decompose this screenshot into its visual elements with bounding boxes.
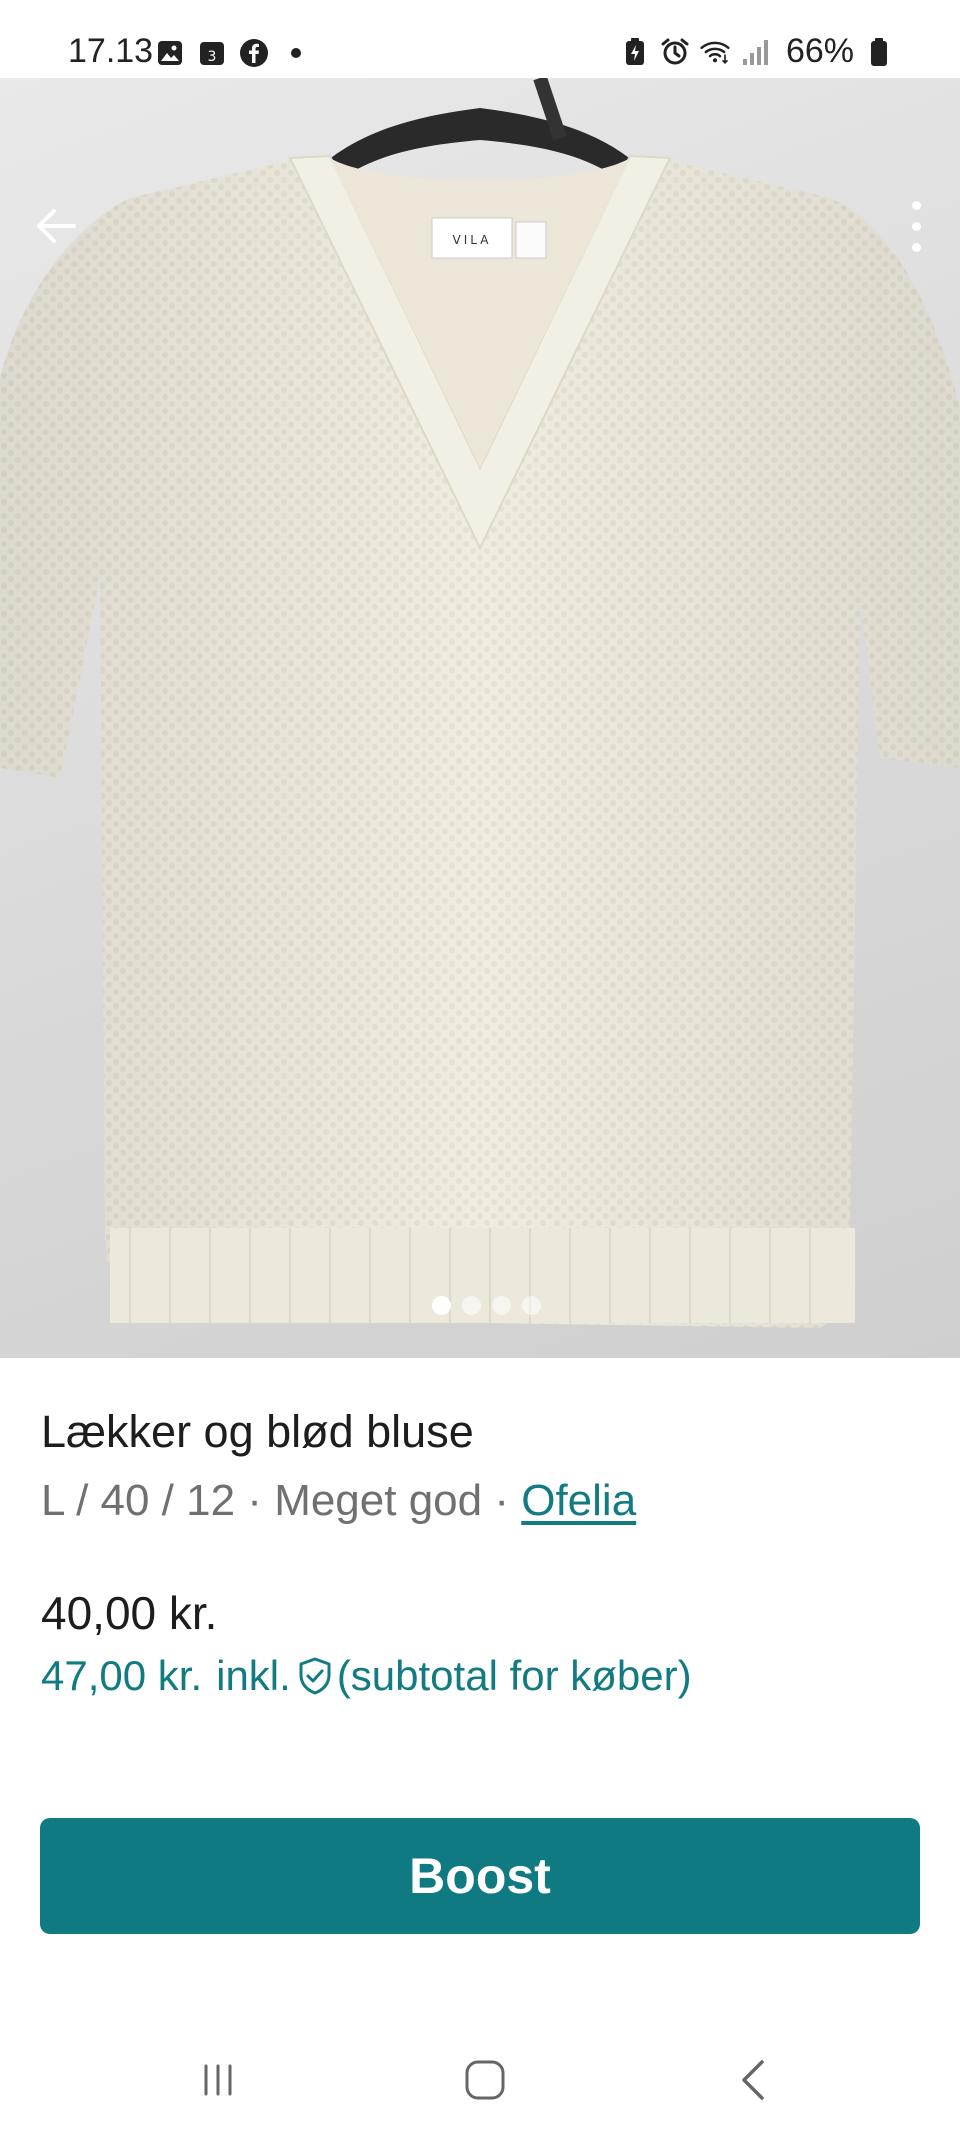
pager-dot[interactable] [491,1296,511,1315]
battery-percentage: 66% [785,32,854,70]
buyer-total-price[interactable]: 47,00 kr. inkl. (subtotal for køber) [41,1652,692,1700]
status-right-icons: 66% [620,32,894,71]
battery-saver-icon [620,37,650,67]
product-image-carousel[interactable]: VILA [0,78,960,1358]
meta-separator: · [235,1476,275,1525]
recent-apps-icon [204,2064,232,2096]
total-amount: 47,00 kr. [41,1652,203,1699]
calendar-icon: 3 [197,38,227,68]
more-dot [911,221,921,231]
calendar-day-text: 3 [208,49,217,65]
product-condition: Meget god [274,1476,483,1525]
more-vertical-icon [911,200,921,210]
buyer-protection-shield-icon [297,1656,333,1696]
product-meta: L / 40 / 12 · Meget god · Ofelia [41,1476,636,1526]
product-title: Lækker og blød bluse [41,1406,474,1457]
pager-dot[interactable] [521,1296,541,1315]
more-options-button[interactable] [892,194,940,258]
status-left-icons: 3 [155,38,311,68]
status-bar: 17.13 3 66% [0,0,960,78]
alarm-icon [660,37,690,67]
boost-button[interactable]: Boost [40,1818,920,1934]
back-button[interactable] [24,194,88,258]
battery-icon [864,37,894,67]
total-suffix: (subtotal for køber) [336,1652,692,1699]
product-size: L / 40 / 12 [41,1476,236,1525]
system-nav-bar [0,2030,960,2133]
image-pager [0,1296,960,1315]
gallery-icon [155,38,185,68]
nav-back-button[interactable] [714,2050,794,2110]
wifi-icon [700,37,730,67]
pager-dot[interactable] [461,1296,481,1315]
recent-apps-button[interactable] [178,2050,258,2110]
meta-separator: · [482,1476,522,1525]
pager-dot[interactable] [431,1296,451,1315]
garment-label: VILA [453,233,492,247]
status-time: 17.13 [68,32,154,70]
item-price: 40,00 kr. [41,1587,218,1639]
total-inkl-text: inkl. [216,1652,291,1699]
arrow-left-icon [37,209,76,243]
brand-link[interactable]: Ofelia [521,1476,636,1525]
signal-icon [740,37,770,67]
chevron-left-icon [742,2060,764,2100]
home-icon [465,2060,505,2100]
more-dot [911,242,921,252]
notification-dot-icon [281,38,311,68]
facebook-icon [239,38,269,68]
home-button[interactable] [445,2050,525,2110]
sweater-photo: VILA [0,78,960,1328]
